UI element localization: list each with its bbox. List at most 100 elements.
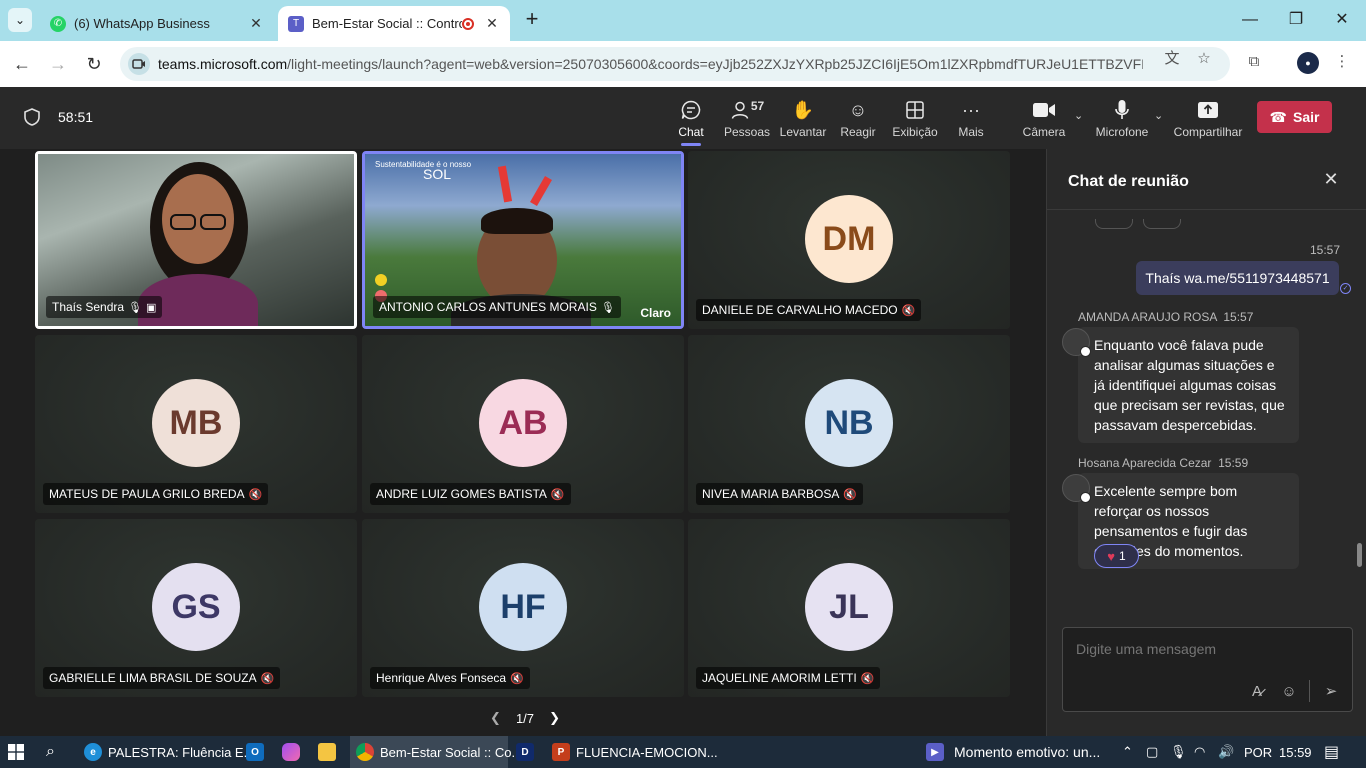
- message-text: Thaís wa.me/5511973448571: [1145, 270, 1330, 286]
- raise-hand-button[interactable]: ✋ Levantar: [779, 87, 827, 149]
- participant-tile[interactable]: AB ANDRE LUIZ GOMES BATISTA 🔇: [362, 335, 684, 513]
- new-tab-button[interactable]: +: [520, 8, 544, 32]
- previous-page-icon[interactable]: ❮: [490, 710, 501, 726]
- windows-icon: [8, 744, 24, 760]
- restore-icon[interactable]: ❐: [1284, 8, 1308, 32]
- react-button[interactable]: ☺ Reagir: [839, 87, 877, 149]
- share-button[interactable]: Compartilhar: [1174, 87, 1242, 149]
- taskbar-app-disney[interactable]: D: [516, 736, 536, 768]
- tray-overflow-icon[interactable]: ⌃: [1122, 736, 1133, 768]
- window-close-icon[interactable]: ✕: [1330, 8, 1354, 32]
- chat-scrollbar[interactable]: [1357, 543, 1362, 567]
- browser-menu-icon[interactable]: ⋮: [1332, 52, 1352, 72]
- close-icon[interactable]: ✕: [1321, 169, 1341, 189]
- browser-tabstrip: ⌄ ✆ (6) WhatsApp Business ✕ T Bem-Estar …: [0, 0, 1366, 41]
- wifi-icon[interactable]: ◠: [1194, 736, 1205, 768]
- emoji-icon[interactable]: ☺: [1279, 682, 1299, 702]
- message-bubble[interactable]: Enquanto você falava pude analisar algum…: [1078, 327, 1299, 443]
- message-input[interactable]: [1076, 641, 1336, 657]
- shield-icon[interactable]: [22, 107, 42, 127]
- taskbar-app-chrome[interactable]: Bem-Estar Social :: Co...: [350, 736, 522, 768]
- forward-icon[interactable]: →: [46, 52, 70, 76]
- notifications-icon[interactable]: ▤: [1324, 736, 1339, 768]
- powerpoint-icon: P: [552, 743, 570, 761]
- taskbar-app-outlook[interactable]: O: [246, 736, 266, 768]
- volume-icon[interactable]: 🔊: [1218, 736, 1234, 768]
- raise-label: Levantar: [779, 125, 827, 139]
- extensions-icon[interactable]: ⧉: [1244, 52, 1264, 72]
- taskbar-app-copilot[interactable]: [282, 736, 302, 768]
- participant-tile[interactable]: HF Henrique Alves Fonseca 🔇: [362, 519, 684, 697]
- participant-tile-video[interactable]: Sustentabilidade é o nosso SOL Claro ANT…: [362, 151, 684, 329]
- minimize-icon[interactable]: —: [1238, 8, 1262, 32]
- next-page-icon[interactable]: ❯: [549, 710, 560, 726]
- outlook-icon: O: [246, 743, 264, 761]
- address-bar[interactable]: teams.microsoft.com/light-meetings/launc…: [120, 47, 1230, 81]
- send-icon[interactable]: ➢: [1321, 682, 1341, 702]
- back-icon[interactable]: ←: [10, 52, 34, 76]
- participant-name: Henrique Alves Fonseca: [376, 671, 507, 685]
- participant-nameplate: GABRIELLE LIMA BRASIL DE SOUZA 🔇: [43, 667, 281, 689]
- message-header: Hosana Aparecida Cezar 15:59: [1078, 456, 1248, 470]
- participant-tile[interactable]: NB NIVEA MARIA BARBOSA 🔇: [688, 335, 1010, 513]
- own-message-bubble[interactable]: Thaís wa.me/5511973448571: [1136, 261, 1339, 295]
- participant-tile[interactable]: DM DANIELE DE CARVALHO MACEDO 🔇: [688, 151, 1010, 329]
- participant-tile[interactable]: GS GABRIELLE LIMA BRASIL DE SOUZA 🔇: [35, 519, 357, 697]
- browser-tab-teams[interactable]: T Bem-Estar Social :: Controle ✕: [278, 6, 510, 41]
- mic-muted-icon: 🔇: [260, 672, 275, 685]
- heart-reaction-badge[interactable]: ♥ 1: [1094, 544, 1139, 568]
- chat-button[interactable]: Chat: [671, 87, 711, 149]
- language-indicator[interactable]: POR: [1244, 736, 1272, 768]
- meet-now-icon[interactable]: ▢: [1146, 736, 1158, 768]
- participant-tile[interactable]: JL JAQUELINE AMORIM LETTI 🔇: [688, 519, 1010, 697]
- message-author: AMANDA ARAUJO ROSA: [1078, 310, 1217, 324]
- start-button[interactable]: [8, 736, 30, 768]
- participant-avatar: JL: [805, 563, 893, 651]
- search-button[interactable]: ⌕: [46, 736, 66, 768]
- format-icon[interactable]: A̷: [1247, 682, 1267, 702]
- leave-button[interactable]: ☎ Sair: [1257, 101, 1332, 133]
- mic-muted-icon: 🔇: [550, 488, 565, 501]
- taskbar-app-powerpoint[interactable]: P FLUENCIA-EMOCION...: [548, 736, 718, 768]
- tab-close-icon[interactable]: ✕: [484, 15, 500, 32]
- mic-muted-icon: 🔇: [248, 488, 263, 501]
- taskbar-label: PALESTRA: Fluência E...: [108, 744, 255, 760]
- people-label: Pessoas: [723, 125, 771, 139]
- tab-close-icon[interactable]: ✕: [248, 15, 264, 32]
- camera-options-chevron-icon[interactable]: ⌄: [1074, 109, 1083, 122]
- site-info-icon[interactable]: [128, 53, 150, 75]
- message-time: 15:59: [1218, 456, 1249, 470]
- reload-icon[interactable]: ↻: [82, 52, 106, 76]
- message-time: 15:57: [1223, 310, 1254, 324]
- avatar: [1062, 474, 1091, 503]
- participant-name: MATEUS DE PAULA GRILO BREDA: [49, 487, 245, 501]
- clock[interactable]: 15:59: [1279, 736, 1312, 768]
- previous-reaction-remnant: [1143, 219, 1181, 229]
- people-button[interactable]: 57 Pessoas: [724, 87, 770, 149]
- view-button[interactable]: Exibição: [892, 87, 938, 149]
- translate-icon[interactable]: 文: [1162, 49, 1182, 69]
- media-widget[interactable]: ▶ Momento emotivo: un...: [926, 736, 1110, 768]
- bookmark-star-icon[interactable]: ☆: [1194, 49, 1214, 69]
- taskbar-app-edge[interactable]: e PALESTRA: Fluência E...: [76, 736, 254, 768]
- meeting-chat-panel: Chat de reunião ✕ 15:57 Thaís wa.me/5511…: [1046, 149, 1366, 736]
- profile-avatar[interactable]: ●: [1297, 52, 1319, 74]
- participant-tile-video[interactable]: Thaís Sendra 🎙 ▣: [35, 151, 357, 329]
- os-taskbar: ⌕ e PALESTRA: Fluência E... O Bem-Estar …: [0, 736, 1366, 768]
- microphone-button[interactable]: Microfone: [1095, 87, 1149, 149]
- participant-nameplate: Henrique Alves Fonseca 🔇: [370, 667, 530, 689]
- compose-box[interactable]: A̷ ☺ ➢: [1062, 627, 1353, 712]
- tab-search-icon[interactable]: ⌄: [8, 8, 32, 32]
- mic-options-chevron-icon[interactable]: ⌄: [1154, 109, 1163, 122]
- more-button[interactable]: ··· Mais: [952, 87, 990, 149]
- taskbar-app-explorer[interactable]: [318, 736, 338, 768]
- whatsapp-icon: ✆: [50, 15, 66, 32]
- meeting-toolbar: 58:51 Chat 57 Pessoas ✋ Levantar ☺ Reagi…: [0, 87, 1366, 149]
- camera-button[interactable]: Câmera: [1021, 87, 1067, 149]
- participant-nameplate: ANTONIO CARLOS ANTUNES MORAIS 🎙: [373, 296, 621, 318]
- tray-mic-icon[interactable]: 🎙: [1170, 736, 1187, 768]
- browser-tab-whatsapp[interactable]: ✆ (6) WhatsApp Business ✕: [40, 6, 274, 41]
- participant-tile[interactable]: MB MATEUS DE PAULA GRILO BREDA 🔇: [35, 335, 357, 513]
- tab-title: Bem-Estar Social :: Controle: [312, 16, 462, 31]
- more-icon: ···: [962, 99, 980, 120]
